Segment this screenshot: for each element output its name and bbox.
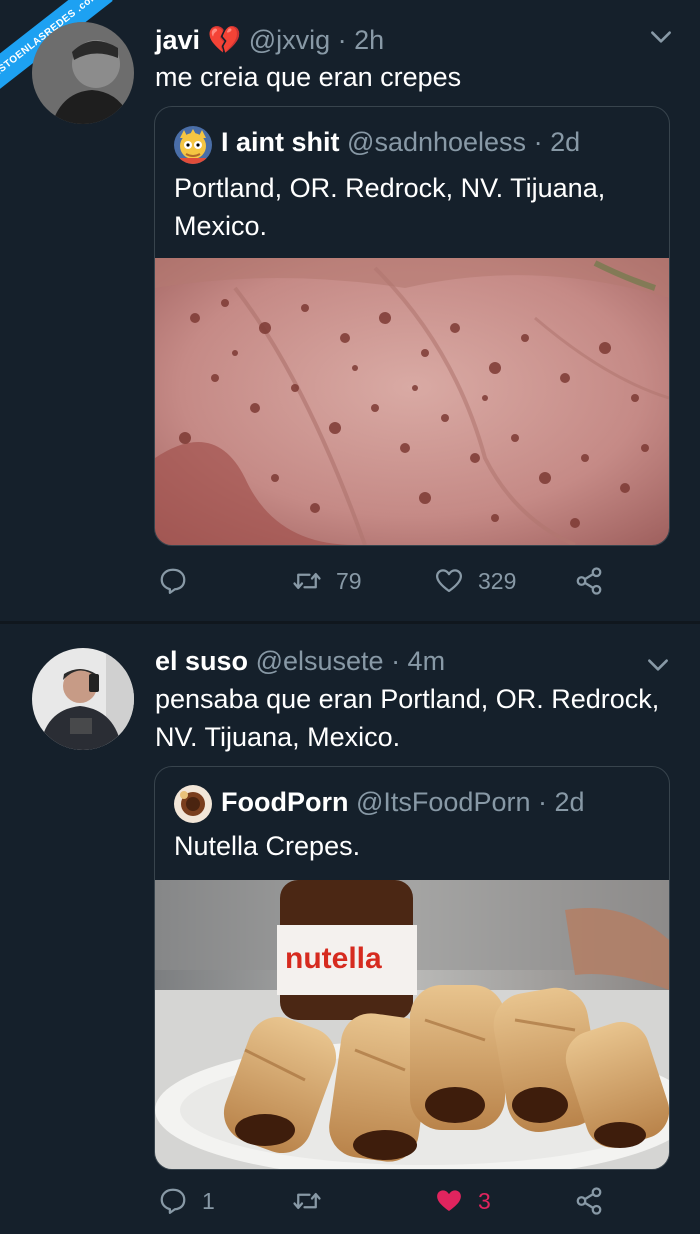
quoted-timestamp: · 2d — [538, 787, 585, 817]
tweet-text: me creia que eran crepes — [155, 62, 462, 92]
quoted-header: I aint shit @sadnhoeless · 2d — [221, 127, 580, 158]
broken-heart-emoji: 💔 — [207, 25, 242, 55]
display-name[interactable]: el suso — [155, 646, 248, 676]
quoted-handle[interactable]: @sadnhoeless — [347, 127, 526, 157]
tweet-text: pensaba que eran Portland, OR. Redrock, … — [155, 684, 660, 752]
retweet-count: 79 — [336, 567, 362, 594]
jar-label: nutella — [285, 942, 382, 975]
tweet-header: javi 💔 @jxvig · 2h — [155, 24, 384, 56]
reply-button[interactable]: 1 — [158, 1186, 215, 1216]
share-button[interactable] — [574, 566, 604, 596]
avatar[interactable] — [32, 648, 134, 750]
quoted-avatar — [174, 785, 212, 823]
heart-icon — [436, 569, 462, 593]
reply-icon — [160, 1188, 186, 1214]
display-name[interactable]: javi — [155, 25, 200, 55]
chevron-down-icon[interactable] — [648, 24, 674, 50]
avatar[interactable] — [32, 22, 134, 124]
quoted-display-name[interactable]: I aint shit — [221, 127, 340, 157]
quoted-handle[interactable]: @ItsFoodPorn — [356, 787, 531, 817]
timestamp[interactable]: · 4m — [391, 646, 445, 676]
quoted-photo-redrock[interactable] — [155, 258, 669, 545]
retweet-icon — [293, 1193, 321, 1209]
reply-icon — [160, 568, 186, 594]
chevron-down-icon[interactable] — [645, 652, 671, 678]
like-button[interactable]: 329 — [434, 566, 516, 596]
quoted-tweet[interactable]: FoodPorn @ItsFoodPorn · 2d Nutella Crepe… — [154, 766, 670, 1170]
quoted-display-name[interactable]: FoodPorn — [221, 787, 348, 817]
like-count: 3 — [478, 1187, 491, 1214]
tweet-header: el suso @elsusete · 4m — [155, 646, 445, 677]
quoted-avatar — [174, 126, 212, 164]
reply-count: 1 — [202, 1187, 215, 1214]
quoted-text: Nutella Crepes. — [174, 831, 361, 861]
quoted-tweet[interactable]: I aint shit @sadnhoeless · 2d Portland, … — [154, 106, 670, 546]
heart-filled-icon — [437, 1190, 461, 1211]
user-handle[interactable]: @elsusete — [256, 646, 384, 676]
quoted-text: Portland, OR. Redrock, NV. Tijuana, Mexi… — [174, 173, 606, 241]
share-icon — [576, 1187, 602, 1215]
like-button[interactable]: 3 — [434, 1186, 491, 1216]
retweet-button[interactable] — [292, 1186, 336, 1216]
tweet[interactable]: el suso @elsusete · 4m pensaba que eran … — [0, 624, 700, 1234]
quoted-header: FoodPorn @ItsFoodPorn · 2d — [221, 787, 585, 818]
quoted-timestamp: · 2d — [533, 127, 581, 157]
tweet[interactable]: javi 💔 @jxvig · 2h me creia que eran cre… — [0, 0, 700, 622]
timestamp[interactable]: · 2h — [338, 25, 385, 55]
tweet-actions: 1 3 — [154, 1186, 668, 1226]
user-handle[interactable]: @jxvig — [249, 25, 330, 55]
like-count: 329 — [478, 567, 517, 594]
reply-button[interactable] — [158, 566, 202, 596]
share-button[interactable] — [574, 1186, 604, 1216]
share-icon — [576, 567, 602, 595]
retweet-button[interactable]: 79 — [292, 566, 362, 596]
quoted-photo-crepes[interactable]: nutella — [155, 880, 669, 1169]
tweet-actions: 79 329 — [154, 566, 668, 606]
retweet-icon — [293, 573, 321, 589]
